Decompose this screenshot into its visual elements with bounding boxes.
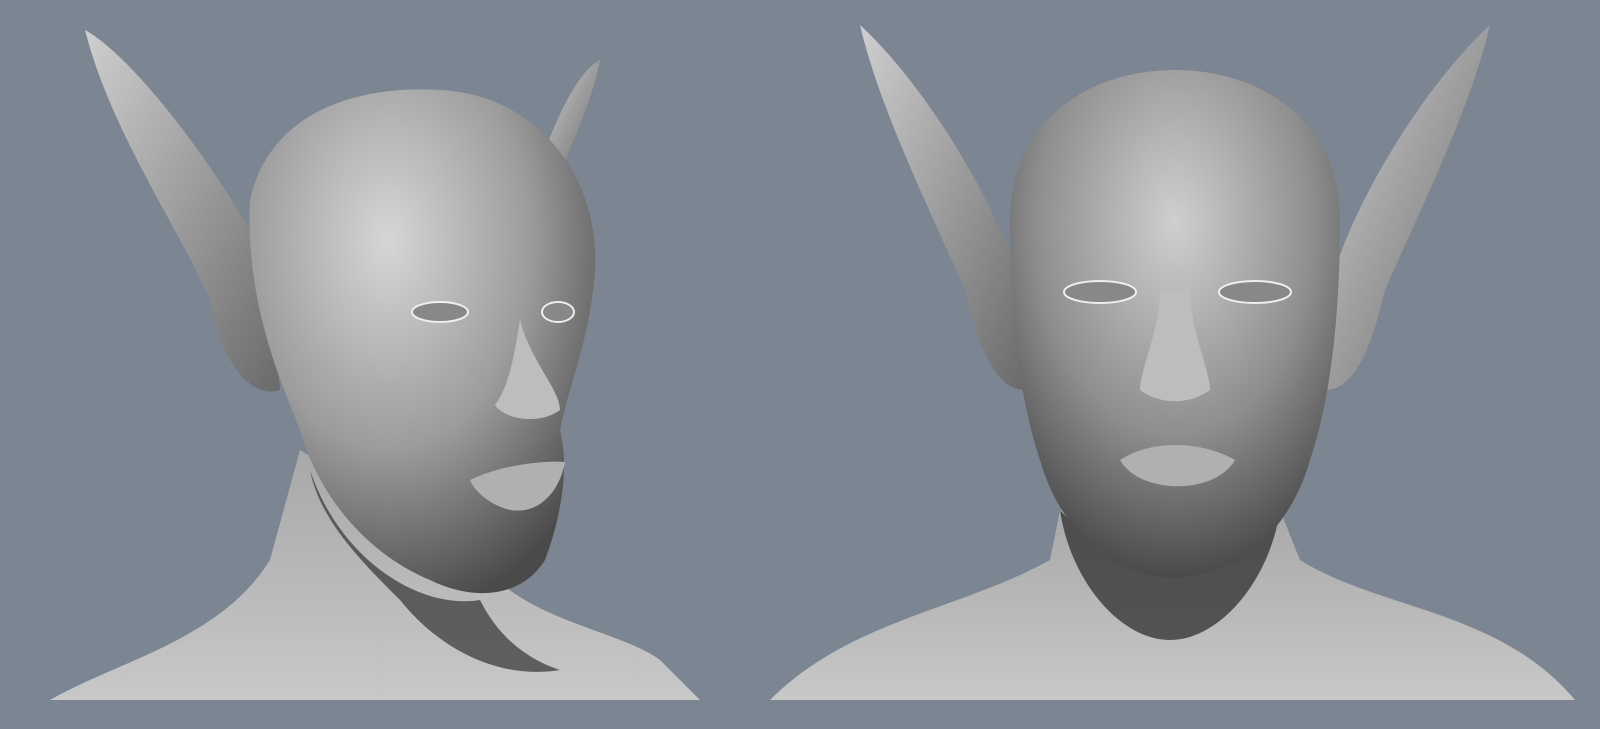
sculpt-render bbox=[0, 0, 1600, 729]
eye bbox=[1218, 280, 1292, 304]
render-viewport bbox=[0, 0, 1600, 729]
eye bbox=[411, 301, 469, 323]
eye bbox=[541, 301, 575, 323]
eye bbox=[1063, 280, 1137, 304]
